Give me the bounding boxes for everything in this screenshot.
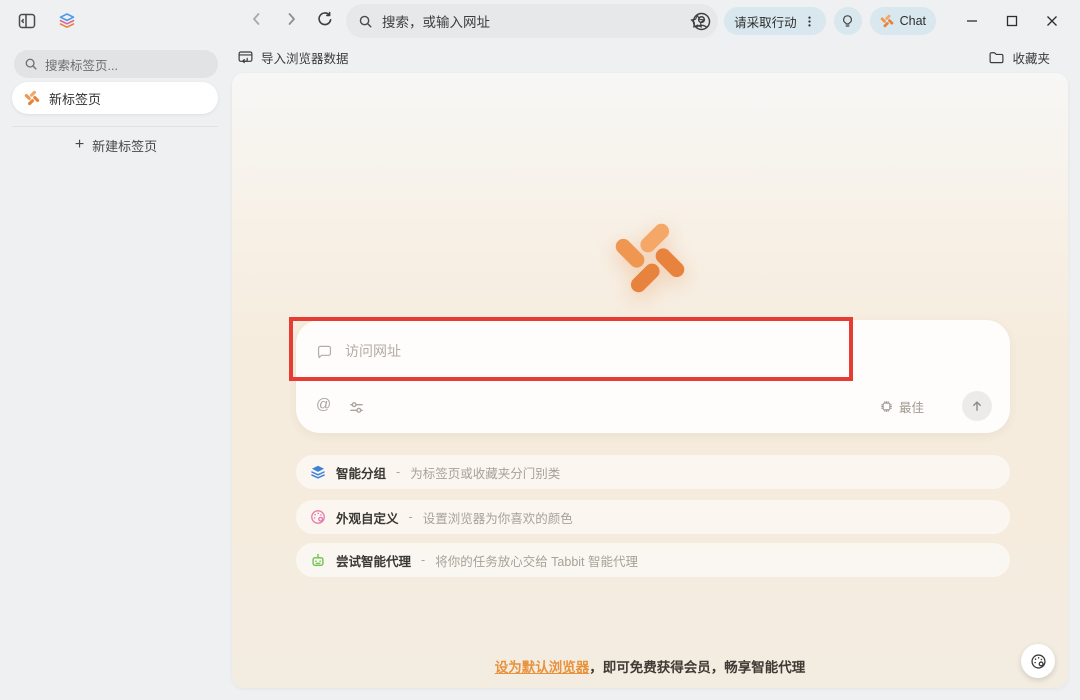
folder-icon (988, 49, 1005, 66)
footer-text: ，即可免费获得会员，畅享智能代理 (589, 660, 805, 675)
arrow-up-icon (970, 399, 984, 413)
lightbulb-button[interactable] (834, 7, 862, 35)
tab-search-placeholder: 搜索标签页... (45, 55, 118, 74)
url-input-placeholder: 访问网址 (345, 341, 401, 361)
theme-palette-fab[interactable] (1021, 644, 1055, 678)
close-button[interactable] (1032, 4, 1072, 38)
model-selector-button[interactable]: 最佳 (879, 397, 924, 416)
address-bar-placeholder[interactable]: 搜索，或输入网址 (382, 11, 680, 31)
feature-description: 将你的任务放心交给 Tabbit 智能代理 (435, 551, 638, 570)
import-browser-data-button[interactable]: 导入浏览器数据 (237, 48, 349, 67)
maximize-button[interactable] (992, 4, 1032, 38)
sidebar-divider (12, 126, 218, 127)
search-icon (358, 14, 373, 29)
titlebar: 搜索，或输入网址 请采取行动 (0, 0, 1080, 42)
omnibox-card[interactable]: 访问网址 @ 最佳 (296, 320, 1010, 433)
feature-description: 设置浏览器为你喜欢的颜色 (423, 508, 573, 527)
sidebar-item-new-tab-active[interactable]: 新标签页 (12, 82, 218, 114)
feature-smart-grouping[interactable]: 智能分组 - 为标签页或收藏夹分门别类 (296, 455, 1010, 489)
feature-separator: - (421, 553, 425, 567)
tab-groups-layers-icon[interactable] (52, 6, 82, 36)
plus-icon: + (75, 137, 84, 153)
palette-icon (1030, 653, 1047, 670)
feature-separator: - (396, 465, 400, 479)
chat-button[interactable]: Chat (870, 7, 936, 35)
kebab-menu-icon[interactable] (803, 15, 816, 28)
forward-icon[interactable] (276, 4, 306, 34)
feature-appearance-customize[interactable]: 外观自定义 - 设置浏览器为你喜欢的颜色 (296, 500, 1010, 534)
layers-blue-icon (310, 464, 326, 480)
feature-title: 尝试智能代理 (336, 551, 411, 570)
import-data-label: 导入浏览器数据 (261, 48, 349, 67)
feature-title: 智能分组 (336, 463, 386, 482)
lightbulb-icon (840, 14, 855, 29)
tab-search-input[interactable]: 搜索标签页... (14, 50, 218, 78)
feature-description: 为标签页或收藏夹分门别类 (410, 463, 560, 482)
set-default-browser-link[interactable]: 设为默认浏览器 (495, 660, 590, 675)
favorites-label: 收藏夹 (1012, 48, 1050, 67)
model-selector-label: 最佳 (899, 397, 924, 416)
tabbit-logo-icon (880, 14, 894, 28)
new-tab-button[interactable]: + 新建标签页 (0, 130, 232, 160)
active-tab-label: 新标签页 (49, 89, 101, 108)
search-icon (24, 57, 38, 71)
palette-pink-icon (310, 509, 326, 525)
take-action-button[interactable]: 请采取行动 (724, 7, 826, 35)
address-bar[interactable]: 搜索，或输入网址 (346, 4, 718, 38)
import-data-icon (237, 49, 254, 66)
comment-bubble-icon (316, 343, 333, 360)
back-icon[interactable] (242, 4, 272, 34)
robot-green-icon (310, 552, 326, 568)
favorites-button[interactable]: 收藏夹 (988, 48, 1050, 67)
omnibox-toolbar: @ 最佳 (296, 393, 1010, 423)
sidebar: 搜索标签页... 新标签页 + 新建标签页 (0, 42, 232, 700)
chat-label: Chat (900, 14, 926, 28)
set-default-footer: 设为默认浏览器，即可免费获得会员，畅享智能代理 (232, 656, 1068, 676)
submit-button[interactable] (962, 391, 992, 421)
chip-icon (879, 399, 894, 414)
tabbit-logo-icon (24, 90, 40, 106)
sliders-settings-icon[interactable] (348, 399, 365, 416)
url-input[interactable]: 访问网址 (316, 341, 401, 361)
sidebar-toggle-icon[interactable] (12, 6, 42, 36)
reload-icon[interactable] (310, 4, 340, 34)
take-action-label: 请采取行动 (734, 12, 797, 31)
profile-icon[interactable] (686, 6, 716, 36)
feature-try-agent[interactable]: 尝试智能代理 - 将你的任务放心交给 Tabbit 智能代理 (296, 543, 1010, 577)
feature-separator: - (409, 510, 413, 524)
mention-button[interactable]: @ (316, 396, 331, 413)
minimize-button[interactable] (952, 4, 992, 38)
new-tab-label: 新建标签页 (92, 136, 157, 155)
feature-title: 外观自定义 (336, 508, 399, 527)
tabbit-logo-large (612, 220, 688, 296)
